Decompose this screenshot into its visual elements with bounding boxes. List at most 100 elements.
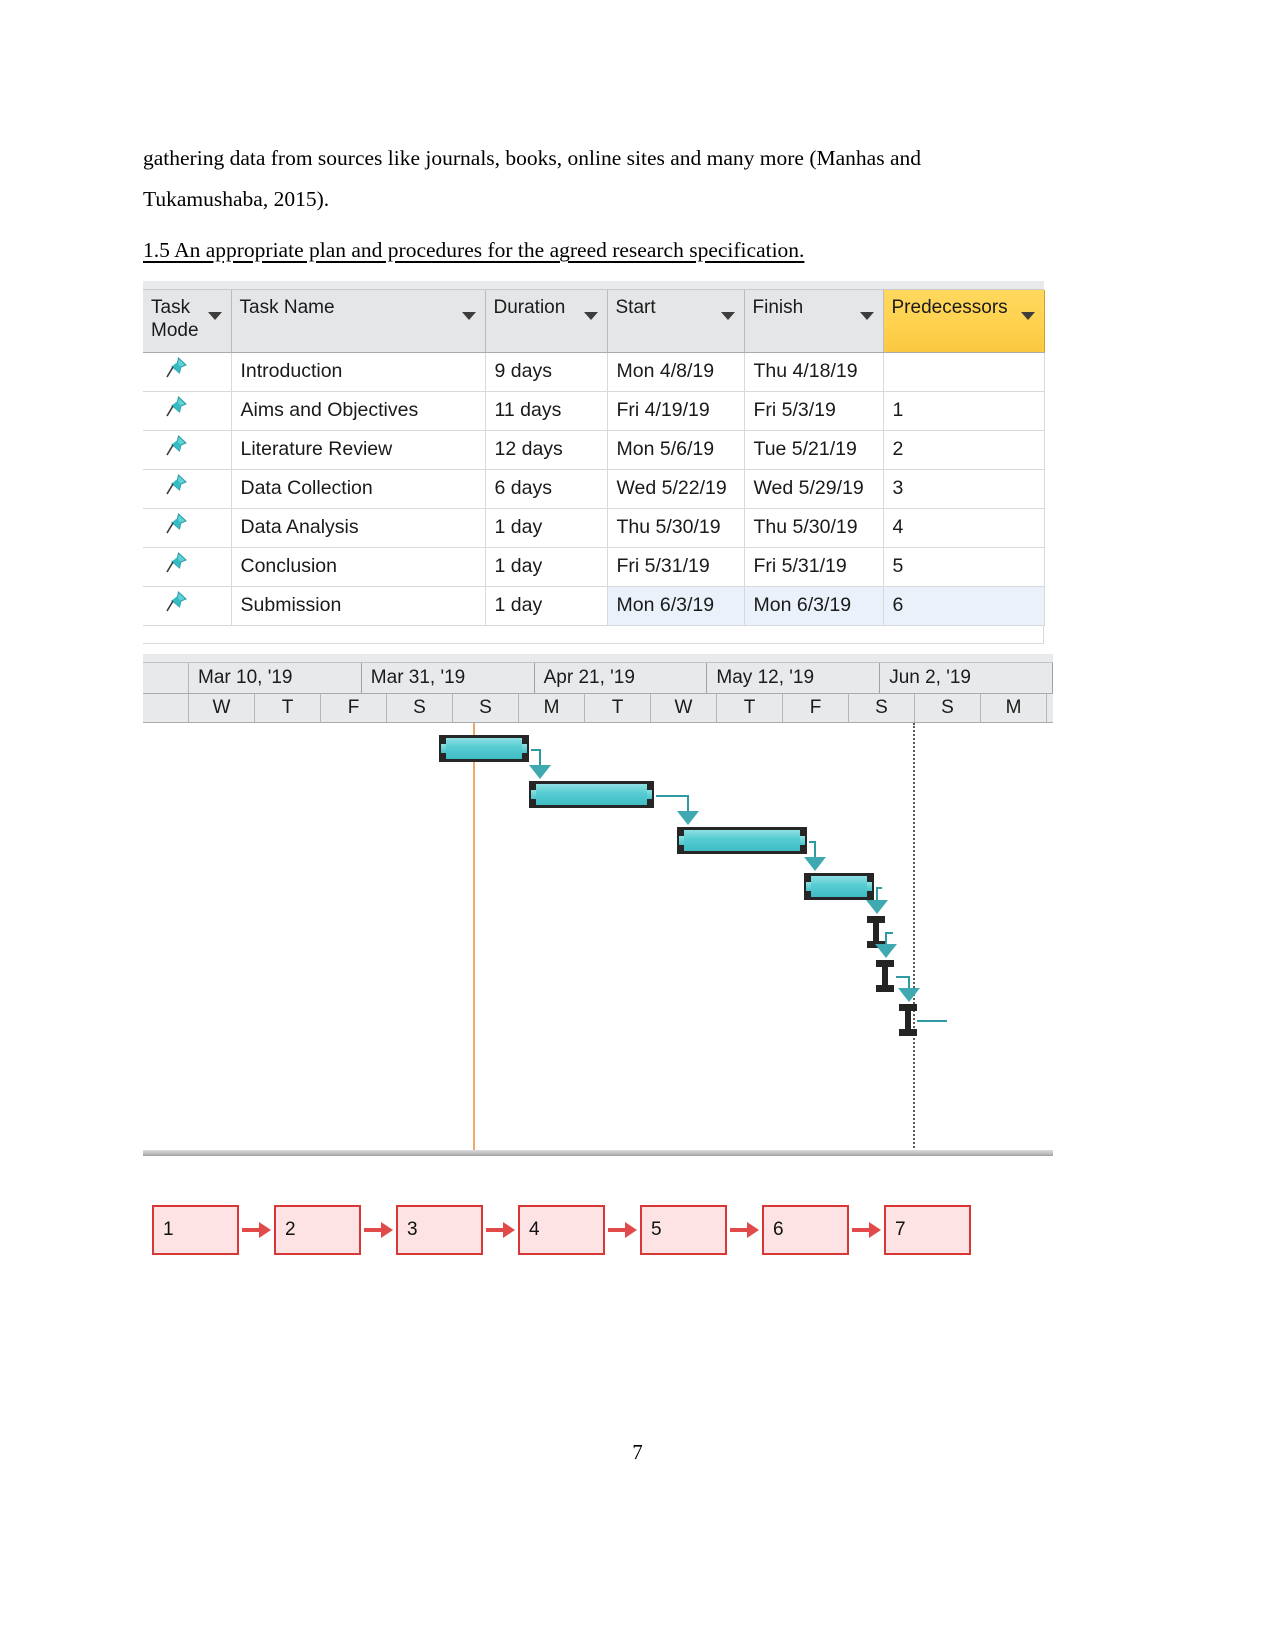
table-row[interactable]: Data Analysis 1 day Thu 5/30/19 Thu 5/30/19… (143, 508, 1045, 548)
cell-task-mode[interactable] (143, 469, 232, 509)
pin-icon (164, 395, 188, 427)
bar-cap-right (522, 744, 527, 753)
cell-task-mode[interactable] (143, 547, 232, 587)
cell-predecessors[interactable]: 6 (883, 586, 1045, 626)
cell-task-name[interactable]: Data Analysis (231, 508, 486, 548)
column-header-finish[interactable]: Finish (744, 290, 884, 353)
cell-predecessors[interactable]: 1 (883, 391, 1045, 431)
cell-task-mode[interactable] (143, 586, 232, 626)
gantt-milestone-marker[interactable] (899, 1004, 917, 1036)
column-header-task-mode[interactable]: Task Mode (143, 290, 232, 353)
cell-start[interactable]: Mon 6/3/19 (607, 586, 745, 626)
cell-task-mode[interactable] (143, 508, 232, 548)
column-header-duration[interactable]: Duration (485, 290, 608, 353)
filter-chevron-down-icon[interactable] (461, 312, 476, 320)
gantt-day-label: F (783, 694, 849, 722)
table-row[interactable]: Literature Review 12 days Mon 5/6/19 Tue 5/… (143, 430, 1045, 470)
cell-start[interactable]: Fri 5/31/19 (607, 547, 745, 587)
cell-start[interactable]: Wed 5/22/19 (607, 469, 745, 509)
cell-finish[interactable]: Mon 6/3/19 (744, 586, 884, 626)
cell-finish[interactable]: Fri 5/31/19 (744, 547, 884, 587)
network-node[interactable]: 5 (640, 1205, 727, 1255)
cell-task-mode[interactable] (143, 430, 232, 470)
cell-finish[interactable]: Fri 5/3/19 (744, 391, 884, 431)
cell-predecessors[interactable]: 3 (883, 469, 1045, 509)
filter-chevron-down-icon[interactable] (859, 312, 874, 320)
cell-duration[interactable]: 11 days (485, 391, 608, 431)
cell-task-mode[interactable] (143, 352, 232, 392)
filter-chevron-down-icon[interactable] (720, 312, 735, 320)
document-paragraph-block: gathering data from sources like journal… (143, 138, 1071, 220)
table-bottom-strip (143, 625, 1044, 644)
cell-predecessors[interactable]: 4 (883, 508, 1045, 548)
table-row[interactable]: Data Collection 6 days Wed 5/22/19 Wed 5/29… (143, 469, 1045, 509)
cell-start[interactable]: Mon 5/6/19 (607, 430, 745, 470)
network-node[interactable]: 4 (518, 1205, 605, 1255)
network-node[interactable]: 1 (152, 1205, 239, 1255)
gantt-timeline-pad (143, 663, 189, 693)
cell-predecessors[interactable] (883, 352, 1045, 392)
cell-predecessors[interactable]: 5 (883, 547, 1045, 587)
column-header-task-name[interactable]: Task Name (231, 290, 486, 353)
cell-task-name[interactable]: Literature Review (231, 430, 486, 470)
gantt-timeline-days: WTFSSMTWTFSSM (143, 694, 1053, 723)
gantt-day-label: W (189, 694, 255, 722)
network-node[interactable]: 2 (274, 1205, 361, 1255)
bar-cap-right (867, 882, 872, 891)
filter-chevron-down-icon[interactable] (207, 312, 222, 320)
filter-chevron-down-icon[interactable] (583, 312, 598, 320)
cell-task-name[interactable]: Conclusion (231, 547, 486, 587)
column-header-start[interactable]: Start (607, 290, 745, 353)
network-node[interactable]: 3 (396, 1205, 483, 1255)
network-arrow-icon (242, 1222, 271, 1238)
cell-duration[interactable]: 6 days (485, 469, 608, 509)
cell-finish[interactable]: Thu 4/18/19 (744, 352, 884, 392)
milestone-stem (905, 1009, 911, 1031)
cell-task-name[interactable]: Submission (231, 586, 486, 626)
gantt-dependency-link (887, 932, 893, 934)
network-arrow-icon (486, 1222, 515, 1238)
gantt-milestone-marker[interactable] (876, 960, 894, 992)
gantt-day-label: T (717, 694, 783, 722)
cell-task-name[interactable]: Aims and Objectives (231, 391, 486, 431)
gantt-dependency-link (896, 976, 908, 978)
cell-duration[interactable]: 1 day (485, 508, 608, 548)
gantt-week-label: Apr 21, '19 (534, 663, 708, 693)
paragraph-last-line: Tukamushaba, 2015). (143, 187, 330, 211)
cell-task-mode[interactable] (143, 391, 232, 431)
gantt-link-arrow-icon (677, 811, 699, 825)
cell-duration[interactable]: 12 days (485, 430, 608, 470)
network-diagram: 1234567 (152, 1205, 982, 1265)
network-arrow-icon (730, 1222, 759, 1238)
cell-start[interactable]: Fri 4/19/19 (607, 391, 745, 431)
gantt-dependency-link (531, 749, 539, 751)
gantt-task-bar[interactable] (677, 827, 807, 854)
gantt-task-bar[interactable] (529, 781, 654, 808)
network-arrow-icon (852, 1222, 881, 1238)
network-node[interactable]: 7 (884, 1205, 971, 1255)
cell-duration[interactable]: 9 days (485, 352, 608, 392)
cell-finish[interactable]: Wed 5/29/19 (744, 469, 884, 509)
gantt-day-label: S (453, 694, 519, 722)
cell-finish[interactable]: Thu 5/30/19 (744, 508, 884, 548)
table-row[interactable]: Conclusion 1 day Fri 5/31/19 Fri 5/31/19 5 (143, 547, 1045, 587)
column-header-predecessors[interactable]: Predecessors (883, 290, 1045, 353)
cell-duration[interactable]: 1 day (485, 586, 608, 626)
gantt-task-bar[interactable] (804, 873, 874, 900)
table-row[interactable]: Submission 1 day Mon 6/3/19 Mon 6/3/19 6 (143, 586, 1045, 626)
cell-finish[interactable]: Tue 5/21/19 (744, 430, 884, 470)
cell-task-name[interactable]: Introduction (231, 352, 486, 392)
cell-start[interactable]: Mon 4/8/19 (607, 352, 745, 392)
gantt-day-label: S (849, 694, 915, 722)
cell-task-name[interactable]: Data Collection (231, 469, 486, 509)
cell-start[interactable]: Thu 5/30/19 (607, 508, 745, 548)
bar-cap-left (806, 882, 811, 891)
milestone-bottom-bar (876, 985, 894, 992)
table-row[interactable]: Aims and Objectives 11 days Fri 4/19/19 Fri… (143, 391, 1045, 431)
gantt-task-bar[interactable] (439, 735, 529, 762)
cell-duration[interactable]: 1 day (485, 547, 608, 587)
cell-predecessors[interactable]: 2 (883, 430, 1045, 470)
filter-chevron-down-icon[interactable] (1020, 312, 1035, 320)
network-node[interactable]: 6 (762, 1205, 849, 1255)
table-row[interactable]: Introduction 9 days Mon 4/8/19 Thu 4/18/19 (143, 352, 1045, 392)
